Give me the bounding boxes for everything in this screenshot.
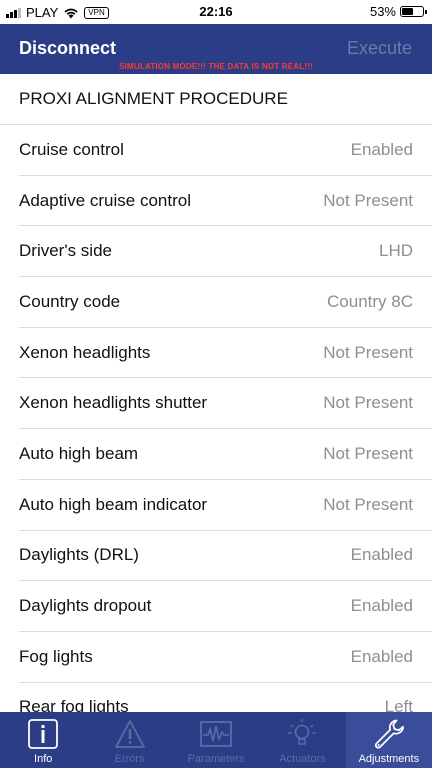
section-title: PROXI ALIGNMENT PROCEDURE <box>0 74 432 125</box>
lightbulb-icon <box>288 719 317 745</box>
tab-adjustments[interactable]: Adjustments <box>345 712 432 768</box>
list-item[interactable]: Auto high beam Not Present <box>19 429 432 480</box>
row-label: Adaptive cruise control <box>19 190 191 210</box>
tab-bar: Info Errors Parameters Actuators Adjustm… <box>0 712 432 768</box>
row-value: Not Present <box>323 494 413 514</box>
row-label: Cruise control <box>19 139 124 159</box>
row-label: Auto high beam indicator <box>19 494 208 514</box>
row-value: Enabled <box>350 646 413 666</box>
status-right: 53% <box>369 4 427 19</box>
tab-parameters[interactable]: Parameters <box>173 712 259 768</box>
tab-label: Errors <box>114 753 145 765</box>
row-label: Country code <box>19 291 121 311</box>
list-item[interactable]: Cruise control Enabled <box>19 125 432 176</box>
tab-label: Parameters <box>187 753 245 765</box>
row-label: Driver's side <box>19 241 112 261</box>
list-item[interactable]: Xenon headlights shutter Not Present <box>19 378 432 430</box>
row-label: Xenon headlights shutter <box>19 393 208 413</box>
navigation-bar: Disconnect Execute SIMULATION MODE!!! TH… <box>0 24 432 74</box>
row-value: Country 8C <box>327 291 413 311</box>
row-value: Enabled <box>350 139 413 159</box>
execute-button[interactable]: Execute <box>347 38 412 59</box>
info-icon <box>28 719 59 749</box>
tab-actuators[interactable]: Actuators <box>259 712 345 768</box>
chart-icon <box>200 721 232 747</box>
list-item[interactable]: Xenon headlights Not Present <box>19 328 432 379</box>
list-item[interactable]: Fog lights Enabled <box>19 632 432 683</box>
row-label: Auto high beam <box>19 443 139 463</box>
list-item[interactable]: Auto high beam indicator Not Present <box>19 480 432 531</box>
row-value: Enabled <box>350 545 413 565</box>
clock: 22:16 <box>199 4 233 19</box>
list-item[interactable]: Country code Country 8C <box>19 277 432 328</box>
row-value: Not Present <box>323 190 413 210</box>
row-label: Daylights dropout <box>19 596 152 616</box>
tab-info[interactable]: Info <box>0 712 86 768</box>
row-label: Rear fog lights <box>19 697 129 712</box>
list-item[interactable]: Adaptive cruise control Not Present <box>19 176 432 227</box>
tab-label: Info <box>34 753 53 765</box>
row-value: Not Present <box>323 443 413 463</box>
simulation-banner: SIMULATION MODE!!! THE DATA IS NOT REAL!… <box>119 62 313 71</box>
tab-errors[interactable]: Errors <box>86 712 172 768</box>
row-value: Left <box>384 697 413 712</box>
list-item[interactable]: Daylights dropout Enabled <box>19 581 432 632</box>
row-label: Daylights (DRL) <box>19 545 139 565</box>
battery-icon <box>400 6 427 17</box>
row-value: Not Present <box>323 342 413 362</box>
row-label: Fog lights <box>19 646 93 666</box>
row-value: LHD <box>378 241 413 261</box>
row-value: Enabled <box>350 596 413 616</box>
list-item[interactable]: Rear fog lights Left <box>19 683 432 712</box>
list-item[interactable]: Daylights (DRL) Enabled <box>19 531 432 582</box>
warning-icon <box>114 720 145 748</box>
list-item[interactable]: Driver's side LHD <box>19 226 432 278</box>
wrench-icon <box>374 719 404 749</box>
status-bar: PLAY VPN 22:16 53% <box>0 0 432 24</box>
tab-label: Actuators <box>279 753 326 765</box>
adjustments-list[interactable]: PROXI ALIGNMENT PROCEDURE Cruise control… <box>0 74 432 712</box>
row-value: Not Present <box>323 393 413 413</box>
battery-percent: 53% <box>369 4 396 19</box>
disconnect-button[interactable]: Disconnect <box>19 38 116 59</box>
row-label: Xenon headlights <box>19 342 151 362</box>
tab-label: Adjustments <box>358 753 420 765</box>
